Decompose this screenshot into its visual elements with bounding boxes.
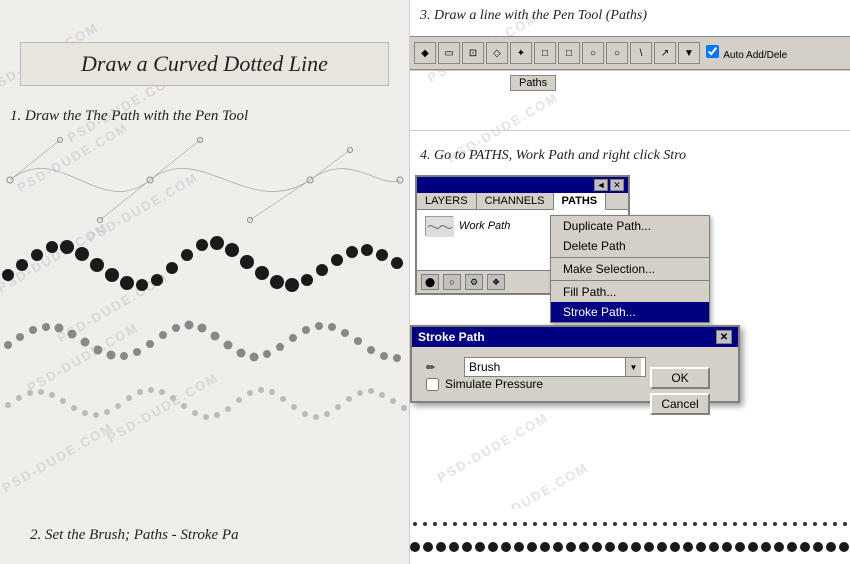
step1-label: 1. Draw the The Path with the Pen Tool [10,108,248,125]
tab-channels[interactable]: CHANNELS [477,193,554,209]
thumb-svg [426,217,454,237]
toolbar-pen-btn[interactable]: ◇ [486,42,508,64]
tab-paths[interactable]: PATHS [554,193,607,210]
horizontal-rule [410,130,850,131]
ctx-make-selection[interactable]: Make Selection... [551,259,709,279]
select-arrow[interactable]: ▼ [625,358,641,376]
toolbar-square-btn[interactable]: □ [534,42,556,64]
tool-select-row: ✏ Brush ▼ [426,357,646,377]
ctx-stroke-path[interactable]: Stroke Path... [551,302,709,322]
r-watermark-3: PSD-DUDE.COM [435,410,551,486]
toolbar-line-btn[interactable]: \ [630,42,652,64]
toolbar-select-btn[interactable]: ◆ [414,42,436,64]
left-panel: PSD-DUDE.COM PSD-DUDE.COM PSD-DUDE.COM P… [0,0,410,564]
dots-bg [410,509,850,564]
ctx-separator-1 [551,257,709,258]
toolbar-circle-btn[interactable]: ○ [582,42,604,64]
dialog-titlebar: Stroke Path ✕ [412,327,738,347]
layers-icon-1[interactable]: ⬤ [421,274,439,290]
bottom-dots-area [410,509,850,564]
paths-label: Paths [510,75,556,91]
ctx-delete-path[interactable]: Delete Path [551,236,709,256]
auto-add-checkbox[interactable] [706,45,719,58]
layer-thumbnail [425,216,453,236]
toolbar-separator [410,70,850,71]
panel-collapse-btn[interactable]: ◄ [594,179,608,191]
dotted-lines-canvas [0,130,409,430]
tool-label: ✏ [426,361,458,374]
layers-icon-2[interactable]: ○ [443,274,461,290]
bottom-dots-svg [410,509,850,564]
brush-select[interactable]: Brush ▼ [464,357,646,377]
step4-label: 4. Go to PATHS, Work Path and right clic… [420,148,686,164]
cancel-button[interactable]: Cancel [650,393,710,415]
dialog-buttons: OK Cancel [650,367,710,415]
brush-option: Brush [469,360,500,374]
ctx-fill-path[interactable]: Fill Path... [551,282,709,302]
stroke-path-dialog: Stroke Path ✕ ✏ Brush ▼ Simulate Pressur… [410,325,740,403]
step2-label: 2. Set the Brush; Paths - Stroke Pa [30,527,239,544]
work-path-label: Work Path [459,220,510,232]
wavy-paths-svg [0,130,410,430]
right-panel: PSD-DUDE.COM PSD-DUDE.COM PSD-DUDE.COM P… [410,0,850,564]
layers-icon-4[interactable]: ❖ [487,274,505,290]
toolbar-rect-btn[interactable]: ▭ [438,42,460,64]
toolbar-ellipse-btn[interactable]: ○ [606,42,628,64]
layers-icon-3[interactable]: ⚙ [465,274,483,290]
simulate-pressure-checkbox[interactable] [426,378,439,391]
tab-layers[interactable]: LAYERS [417,193,477,209]
toolbar-poly-btn[interactable]: ⊡ [462,42,484,64]
watermark-5: PSD-DUDE.COM [0,420,116,496]
ctx-duplicate-path[interactable]: Duplicate Path... [551,216,709,236]
dialog-body: ✏ Brush ▼ Simulate Pressure OK Cancel [412,347,738,401]
auto-add-label: Auto Add/Dele [706,45,787,61]
context-menu: Duplicate Path... Delete Path Make Selec… [550,215,710,323]
dialog-content: ✏ Brush ▼ Simulate Pressure OK Cancel [426,357,724,391]
simulate-pressure-label: Simulate Pressure [445,377,543,391]
dialog-close-btn[interactable]: ✕ [716,330,732,344]
main-title: Draw a Curved Dotted Line [20,42,389,86]
layers-tabs: LAYERS CHANNELS PATHS [417,193,628,210]
toolbar-arrow-btn[interactable]: ↗ [654,42,676,64]
dialog-title: Stroke Path [418,330,485,344]
toolbar-pen2-btn[interactable]: ✦ [510,42,532,64]
toolbar: ◆ ▭ ⊡ ◇ ✦ □ □ ○ ○ \ ↗ ▼ Auto Add/Dele [410,36,850,70]
panel-close-btn[interactable]: ✕ [610,179,624,191]
layers-titlebar: ◄ ✕ [417,177,628,193]
toolbar-rect2-btn[interactable]: □ [558,42,580,64]
ctx-separator-2 [551,280,709,281]
step3-label: 3. Draw a line with the Pen Tool (Paths) [420,8,647,24]
ok-button[interactable]: OK [650,367,710,389]
toolbar-dropdown-btn[interactable]: ▼ [678,42,700,64]
